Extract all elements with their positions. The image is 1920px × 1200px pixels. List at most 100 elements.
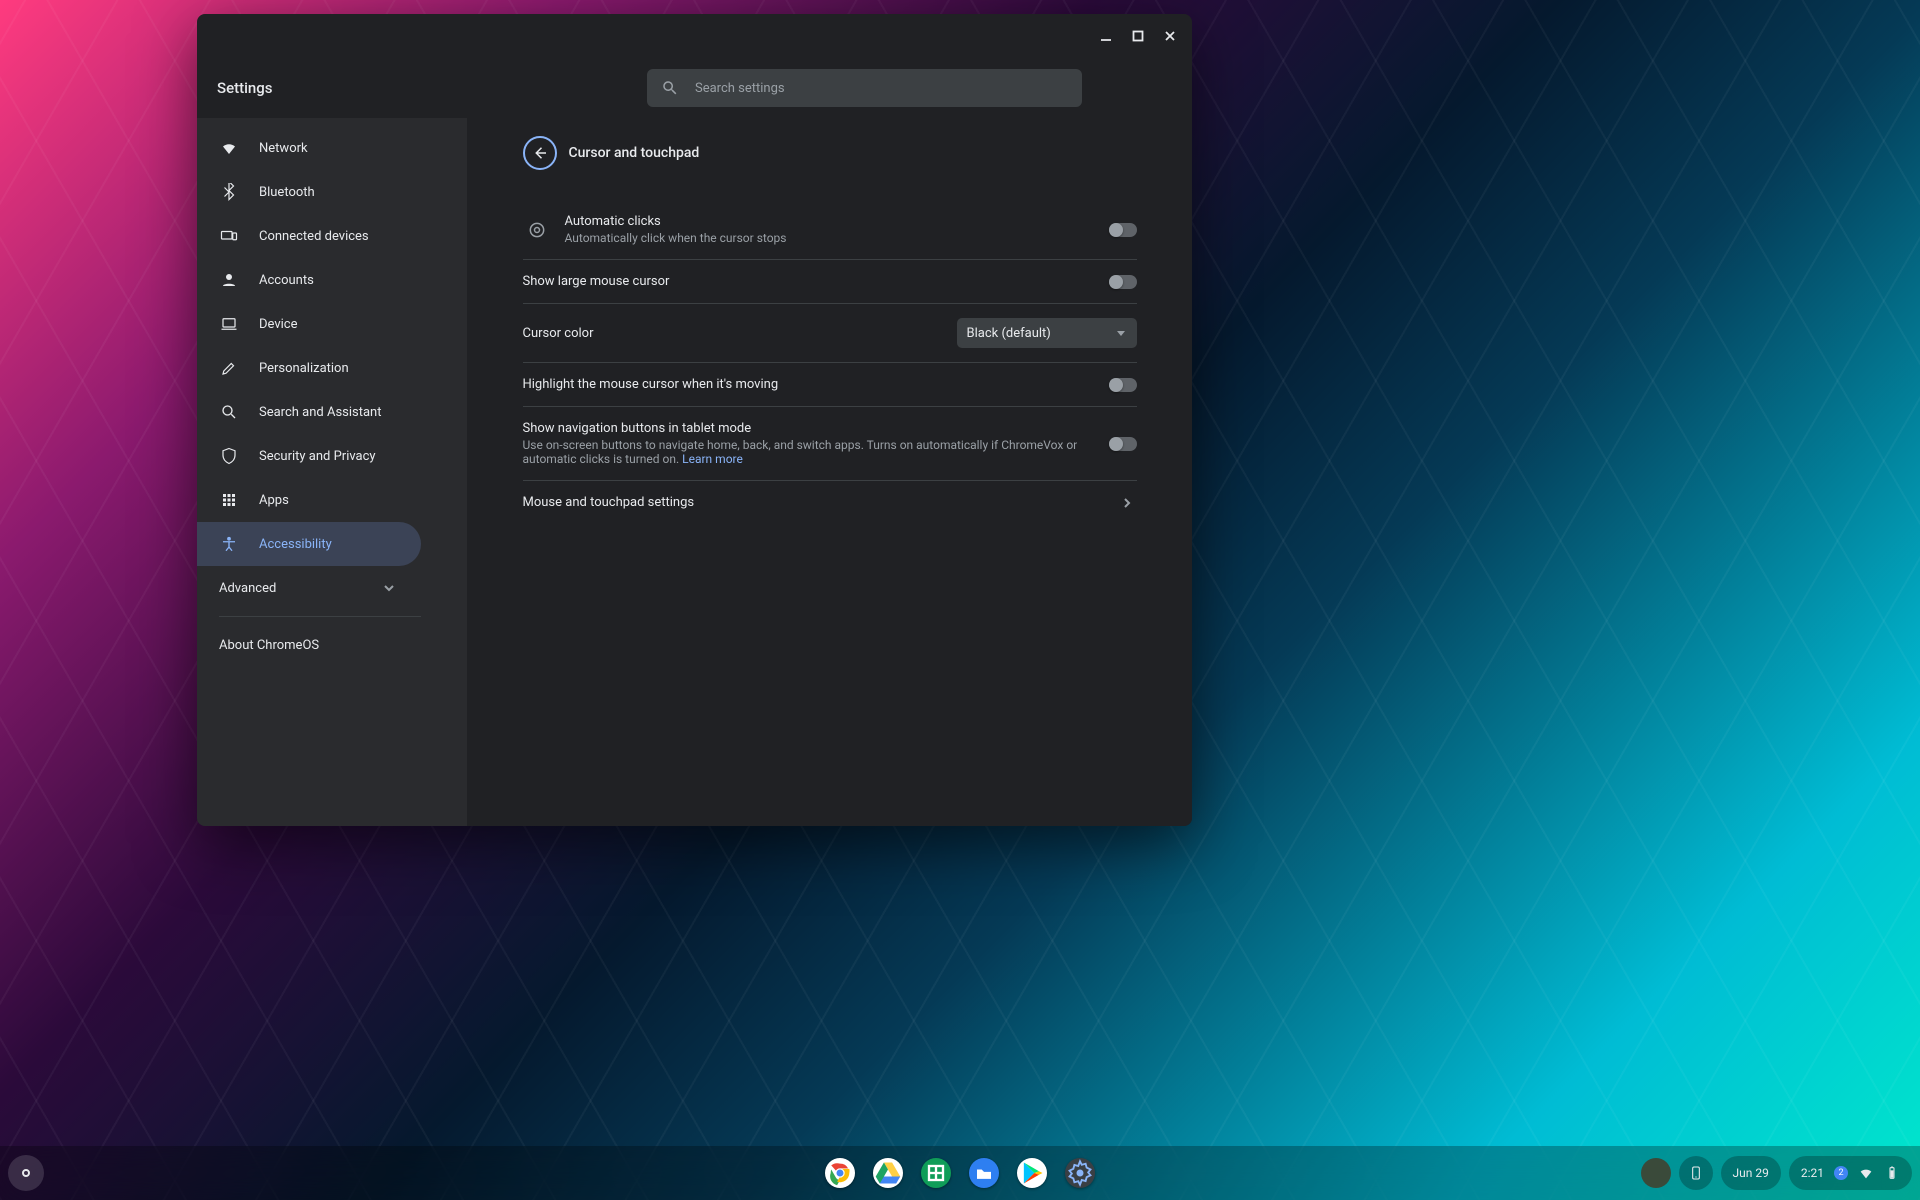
row-title: Cursor color [523,326,943,341]
files-icon [970,1159,998,1187]
wifi-icon [219,138,239,158]
sidebar-item-personalization[interactable]: Personalization [197,346,421,390]
row-large-cursor: Show large mouse cursor [523,259,1137,303]
page-title: Cursor and touchpad [569,145,700,161]
shelf-status-tray[interactable]: 2:21 2 [1789,1156,1912,1190]
window-titlebar [197,14,1192,58]
sidebar-item-apps[interactable]: Apps [197,478,421,522]
settings-header: Settings [197,58,1192,118]
apps-icon [219,490,239,510]
learn-more-link[interactable]: Learn more [682,452,743,466]
sidebar-item-accounts[interactable]: Accounts [197,258,421,302]
launcher-button[interactable] [8,1155,44,1191]
sidebar-item-accessibility[interactable]: Accessibility [197,522,421,566]
search-input[interactable] [695,81,1068,96]
notification-badge: 2 [1834,1166,1848,1180]
sidebar-divider [219,616,421,617]
sidebar-item-security[interactable]: Security and Privacy [197,434,421,478]
shelf-app-play[interactable] [1017,1158,1047,1188]
sheets-icon [922,1159,950,1187]
search-box[interactable] [647,69,1082,107]
row-nav-buttons: Show navigation buttons in tablet mode U… [523,406,1137,480]
shelf-right: Jun 29 2:21 2 [1641,1156,1912,1190]
toggle-nav-buttons[interactable] [1109,437,1137,451]
shelf-avatar[interactable] [1641,1158,1671,1188]
chevron-down-icon [1115,327,1127,339]
row-title: Highlight the mouse cursor when it's mov… [523,377,1095,392]
page-header: Cursor and touchpad [523,128,1137,178]
person-icon [219,270,239,290]
chevron-right-icon [1117,497,1137,509]
toggle-large-cursor[interactable] [1109,275,1137,289]
shelf-apps [825,1158,1095,1188]
sidebar-item-label: Accounts [259,273,314,288]
play-store-icon [1018,1159,1046,1187]
toggle-automatic-clicks[interactable] [1109,223,1137,237]
battery-icon [1884,1165,1900,1181]
select-cursor-color[interactable]: Black (default) [957,318,1137,348]
settings-main: Cursor and touchpad Automatic clicks Aut… [467,118,1192,826]
back-button[interactable] [523,136,557,170]
search-icon [219,402,239,422]
settings-sidebar: Network Bluetooth Connected devices Acco… [197,118,467,826]
sidebar-advanced-toggle[interactable]: Advanced [197,566,421,610]
arrow-left-icon [531,144,549,162]
sidebar-item-device[interactable]: Device [197,302,421,346]
row-highlight-cursor: Highlight the mouse cursor when it's mov… [523,362,1137,406]
gear-icon [1066,1159,1094,1187]
close-icon [1163,29,1177,43]
sidebar-item-about[interactable]: About ChromeOS [197,623,467,667]
sidebar-item-label: Search and Assistant [259,405,382,420]
wifi-icon [1858,1165,1874,1181]
advanced-label: Advanced [219,581,276,596]
select-value: Black (default) [967,326,1051,341]
row-title: Automatic clicks [565,214,1095,229]
sidebar-item-label: Network [259,141,308,156]
sidebar-item-label: Bluetooth [259,185,315,200]
phone-icon [1688,1165,1704,1181]
sidebar-item-search-assistant[interactable]: Search and Assistant [197,390,421,434]
sidebar-item-label: Connected devices [259,229,369,244]
row-subtitle: Use on-screen buttons to navigate home, … [523,438,1095,466]
sidebar-item-label: Personalization [259,361,349,376]
app-title: Settings [217,79,273,97]
shelf-time: 2:21 [1801,1166,1824,1180]
row-automatic-clicks: Automatic clicks Automatically click whe… [523,200,1137,259]
sidebar-item-connected-devices[interactable]: Connected devices [197,214,421,258]
devices-icon [219,226,239,246]
shield-icon [219,446,239,466]
bluetooth-icon [219,182,239,202]
chevron-down-icon [379,578,399,598]
shelf-phone-hub[interactable] [1679,1156,1713,1190]
shelf: Jun 29 2:21 2 [0,1146,1920,1200]
shelf-app-drive[interactable] [873,1158,903,1188]
sidebar-item-bluetooth[interactable]: Bluetooth [197,170,421,214]
shelf-app-sheets[interactable] [921,1158,951,1188]
accessibility-icon [219,534,239,554]
minimize-button[interactable] [1092,22,1120,50]
shelf-date: Jun 29 [1733,1166,1769,1180]
toggle-highlight-cursor[interactable] [1109,378,1137,392]
close-button[interactable] [1156,22,1184,50]
drive-icon [874,1159,902,1187]
row-mouse-touchpad[interactable]: Mouse and touchpad settings [523,480,1137,524]
target-icon [523,220,551,240]
sidebar-item-label: Apps [259,493,289,508]
shelf-app-chrome[interactable] [825,1158,855,1188]
brush-icon [219,358,239,378]
shelf-app-settings[interactable] [1065,1158,1095,1188]
shelf-calendar[interactable]: Jun 29 [1721,1156,1781,1190]
row-cursor-color: Cursor color Black (default) [523,303,1137,362]
shelf-app-files[interactable] [969,1158,999,1188]
sidebar-item-label: Device [259,317,298,332]
sidebar-item-network[interactable]: Network [197,126,421,170]
maximize-button[interactable] [1124,22,1152,50]
maximize-icon [1131,29,1145,43]
sidebar-item-label: Accessibility [259,537,332,552]
sidebar-item-label: Security and Privacy [259,449,376,464]
row-title: Show large mouse cursor [523,274,1095,289]
row-sub-text: Use on-screen buttons to navigate home, … [523,438,1078,466]
row-title: Mouse and touchpad settings [523,495,1103,510]
settings-window: Settings Network Bluetooth Connected dev… [197,14,1192,826]
chrome-icon [826,1159,854,1187]
